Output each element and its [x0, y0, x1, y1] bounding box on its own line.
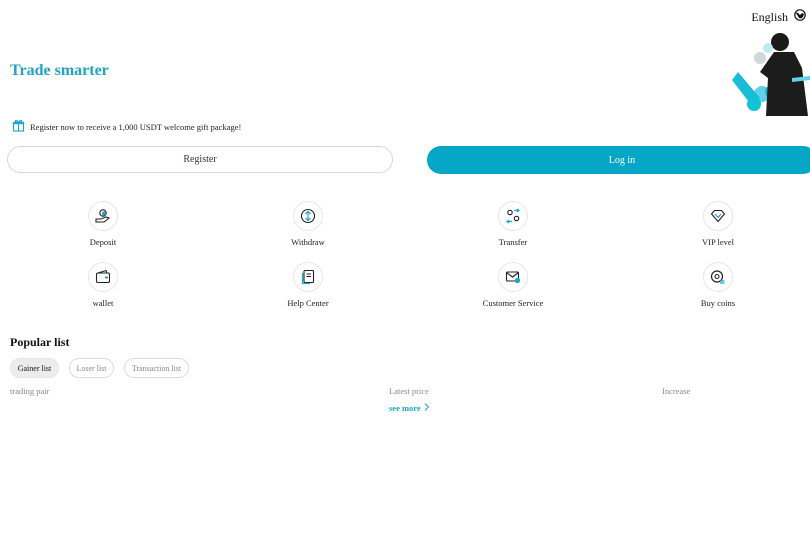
see-more-link[interactable]: see more — [389, 403, 430, 413]
action-label: VIP level — [701, 237, 735, 247]
promo-text: Register now to receive a 1,000 USDT wel… — [30, 121, 242, 132]
action-wallet[interactable]: wallet — [48, 262, 158, 308]
tab-gainer-list[interactable]: Gainer list — [10, 358, 59, 378]
popular-list-title: Popular list — [10, 335, 70, 349]
login-button[interactable]: Log in — [427, 146, 810, 174]
transfer-icon — [498, 201, 528, 231]
action-vip-level[interactable]: VIP level — [663, 201, 773, 247]
wallet-icon — [88, 262, 118, 292]
action-label: wallet — [92, 298, 114, 308]
tab-loser-list[interactable]: Loser list — [69, 358, 114, 378]
see-more-label: see more — [389, 403, 421, 413]
deposit-icon — [88, 201, 118, 231]
chevron-right-icon — [424, 403, 430, 413]
action-deposit[interactable]: Deposit — [48, 201, 158, 247]
language-label: English — [751, 9, 788, 24]
hero-title: Trade smarter — [10, 62, 109, 79]
column-header-increase: Increase — [662, 386, 691, 396]
action-label: Customer Service — [482, 298, 544, 308]
tab-transaction-list[interactable]: Transaction list — [124, 358, 189, 378]
action-transfer[interactable]: Transfer — [458, 201, 568, 247]
register-button[interactable]: Register — [7, 146, 393, 173]
language-selector[interactable]: English — [751, 9, 806, 25]
gift-icon — [12, 119, 25, 134]
action-label: Withdraw — [291, 237, 325, 247]
action-label: Transfer — [498, 237, 528, 247]
trader-illustration — [730, 28, 810, 116]
withdraw-icon — [293, 201, 323, 231]
column-header-trading-pair: trading pair — [10, 386, 50, 396]
help-center-icon — [293, 262, 323, 292]
action-label: Deposit — [89, 237, 117, 247]
globe-icon — [794, 9, 806, 25]
promo-banner: Register now to receive a 1,000 USDT wel… — [12, 119, 241, 134]
action-label: Buy coins — [700, 298, 736, 308]
action-withdraw[interactable]: Withdraw — [253, 201, 363, 247]
vip-icon — [703, 201, 733, 231]
customer-service-icon — [498, 262, 528, 292]
column-header-latest-price: Latest price — [389, 386, 429, 396]
action-label: Help Center — [287, 298, 329, 308]
action-customer-service[interactable]: Customer Service — [458, 262, 568, 308]
buy-coins-icon — [703, 262, 733, 292]
action-help-center[interactable]: Help Center — [253, 262, 363, 308]
action-buy-coins[interactable]: Buy coins — [663, 262, 773, 308]
